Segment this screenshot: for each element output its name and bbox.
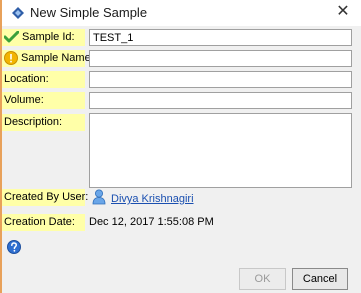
cancel-button[interactable]: Cancel [292,268,348,290]
help-icon[interactable] [7,240,21,254]
close-icon: ✕ [336,3,350,20]
sample-name-label: Sample Name: [2,50,94,67]
warning-icon [4,51,18,66]
window-title: New Simple Sample [30,5,148,20]
sample-name-label-text: Sample Name: [21,52,94,64]
description-label: Description: [2,114,85,131]
window-app-icon [12,7,24,19]
sample-id-label: Sample Id: [2,29,85,46]
sample-id-input[interactable] [89,29,352,46]
title-bar: New Simple Sample ✕ [2,0,361,26]
sample-name-input[interactable] [89,50,352,67]
description-textarea[interactable] [89,113,352,188]
location-input[interactable] [89,71,352,88]
creation-date-label: Creation Date: [2,214,85,231]
user-icon [92,189,106,205]
location-label: Location: [2,71,85,88]
sample-id-label-text: Sample Id: [22,31,75,43]
checkmark-icon [4,31,19,43]
volume-label: Volume: [2,92,85,109]
creation-date-value: Dec 12, 2017 1:55:08 PM [89,216,214,228]
sample-form: Sample Id: Sample Name: Location: Volume… [2,26,361,293]
created-by-label: Created By User: [2,189,88,206]
created-by-user-link[interactable]: Divya Krishnagiri [111,193,194,205]
ok-button[interactable]: OK [239,268,286,290]
close-button[interactable]: ✕ [333,2,353,22]
volume-input[interactable] [89,92,352,109]
